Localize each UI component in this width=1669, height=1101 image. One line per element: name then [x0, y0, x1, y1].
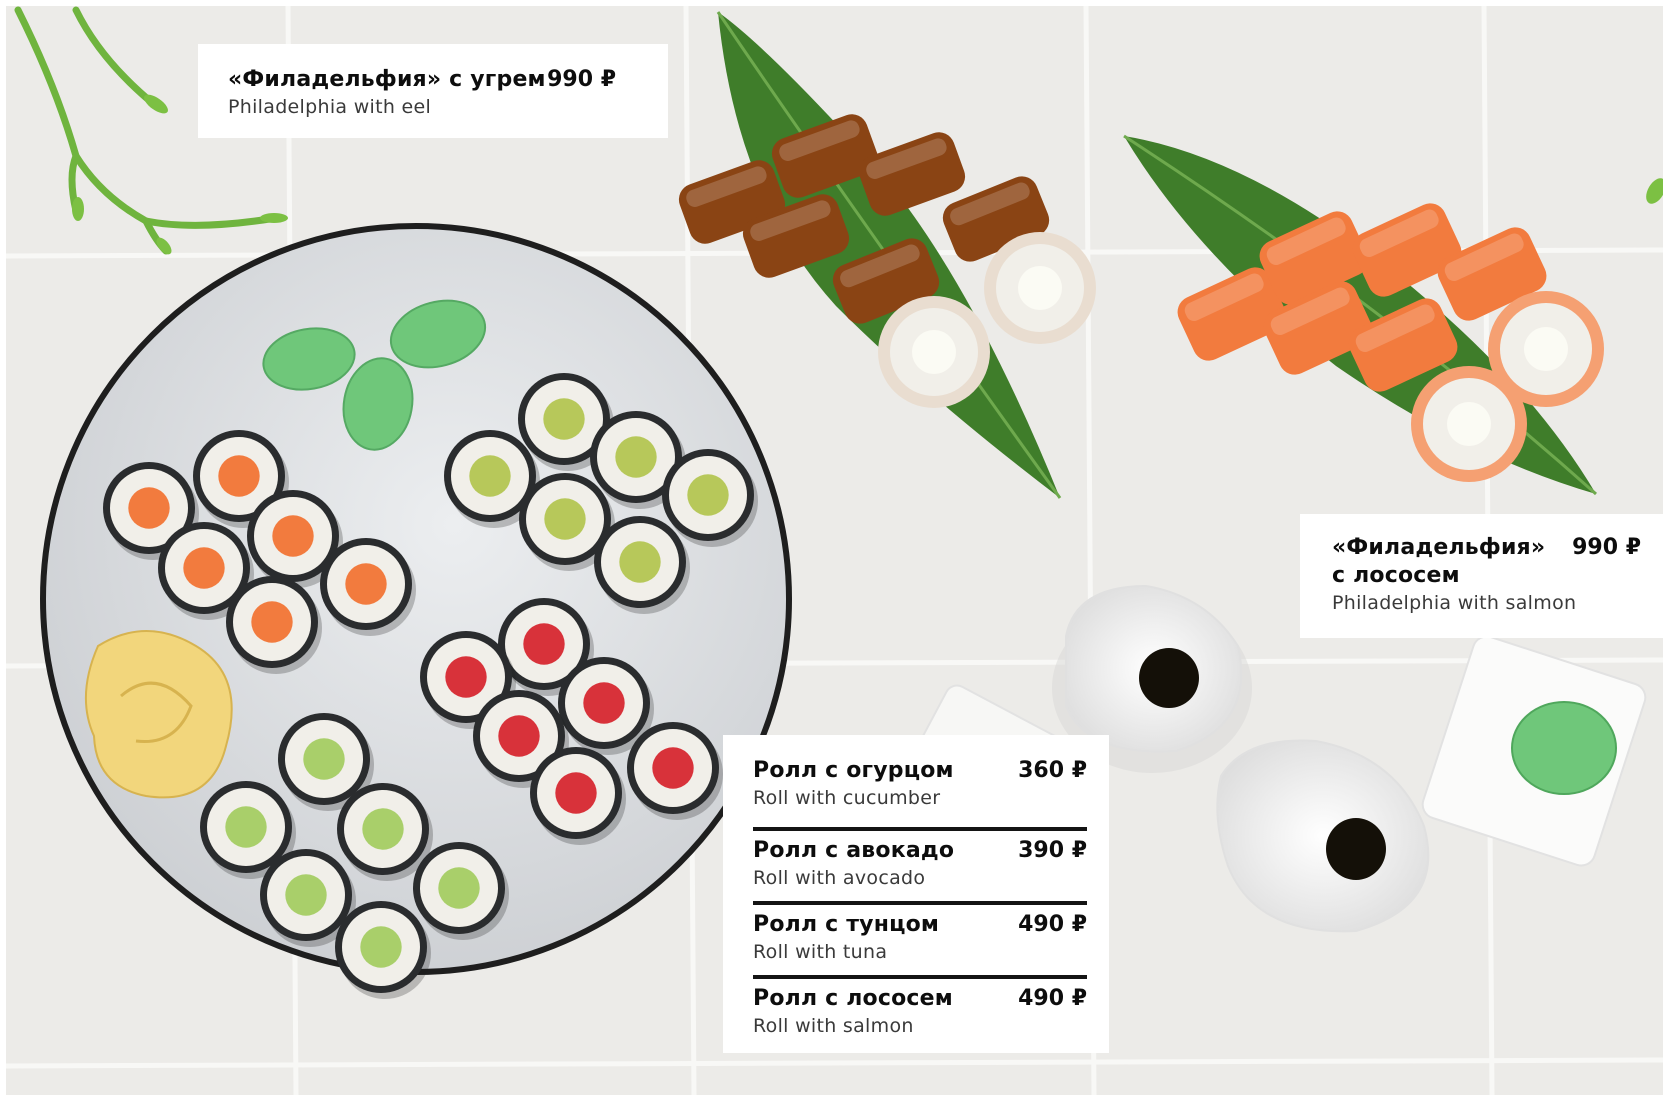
dish-price: 390 ₽	[1018, 838, 1087, 863]
dish-name-english: Roll with salmon	[753, 1015, 914, 1037]
wasabi-dish	[1421, 635, 1647, 867]
dish-name-english: Philadelphia with eel	[228, 96, 432, 118]
menu-item-tuna: Ролл с тунцом 490 ₽ Roll with tuna	[753, 905, 1087, 979]
menu-photo-scene: «Филадельфия» с угрем 990 ₽ Philadelphia…	[6, 6, 1663, 1095]
menu-card-rolls-list: Ролл с огурцом 360 ₽ Roll with cucumber …	[723, 735, 1109, 1053]
menu-card-philadelphia-salmon: «Филадельфия» с лососем 990 ₽ Philadelph…	[1300, 514, 1663, 638]
uramaki-eel-cut	[984, 232, 1096, 344]
dish-price: 490 ₽	[1018, 986, 1087, 1011]
dish-price: 990 ₽	[547, 67, 616, 92]
menu-item-salmon: Ролл с лососем 490 ₽ Roll with salmon	[753, 979, 1087, 1053]
dish-price: 990 ₽	[1572, 535, 1641, 560]
menu-item-avocado: Ролл с авокадо 390 ₽ Roll with avocado	[753, 831, 1087, 905]
dish-name-english: Roll with avocado	[753, 867, 926, 889]
soy-sauce-bowl-2	[1216, 739, 1430, 933]
dish-name-english: Roll with cucumber	[753, 787, 941, 809]
dish-name-english: Roll with tuna	[753, 941, 888, 963]
dish-price: 490 ₽	[1018, 912, 1087, 937]
dish-name-english: Philadelphia with salmon	[1332, 592, 1577, 614]
menu-item-cucumber: Ролл с огурцом 360 ₽ Roll with cucumber	[753, 757, 1087, 831]
dish-price: 360 ₽	[1018, 758, 1087, 783]
dish-name: «Филадельфия» с лососем	[1332, 535, 1546, 588]
uramaki-salmon-cut	[1488, 291, 1604, 407]
uramaki-eel-cut	[878, 296, 990, 408]
menu-card-philadelphia-eel: «Филадельфия» с угрем 990 ₽ Philadelphia…	[198, 44, 668, 138]
pickled-ginger	[85, 630, 233, 799]
